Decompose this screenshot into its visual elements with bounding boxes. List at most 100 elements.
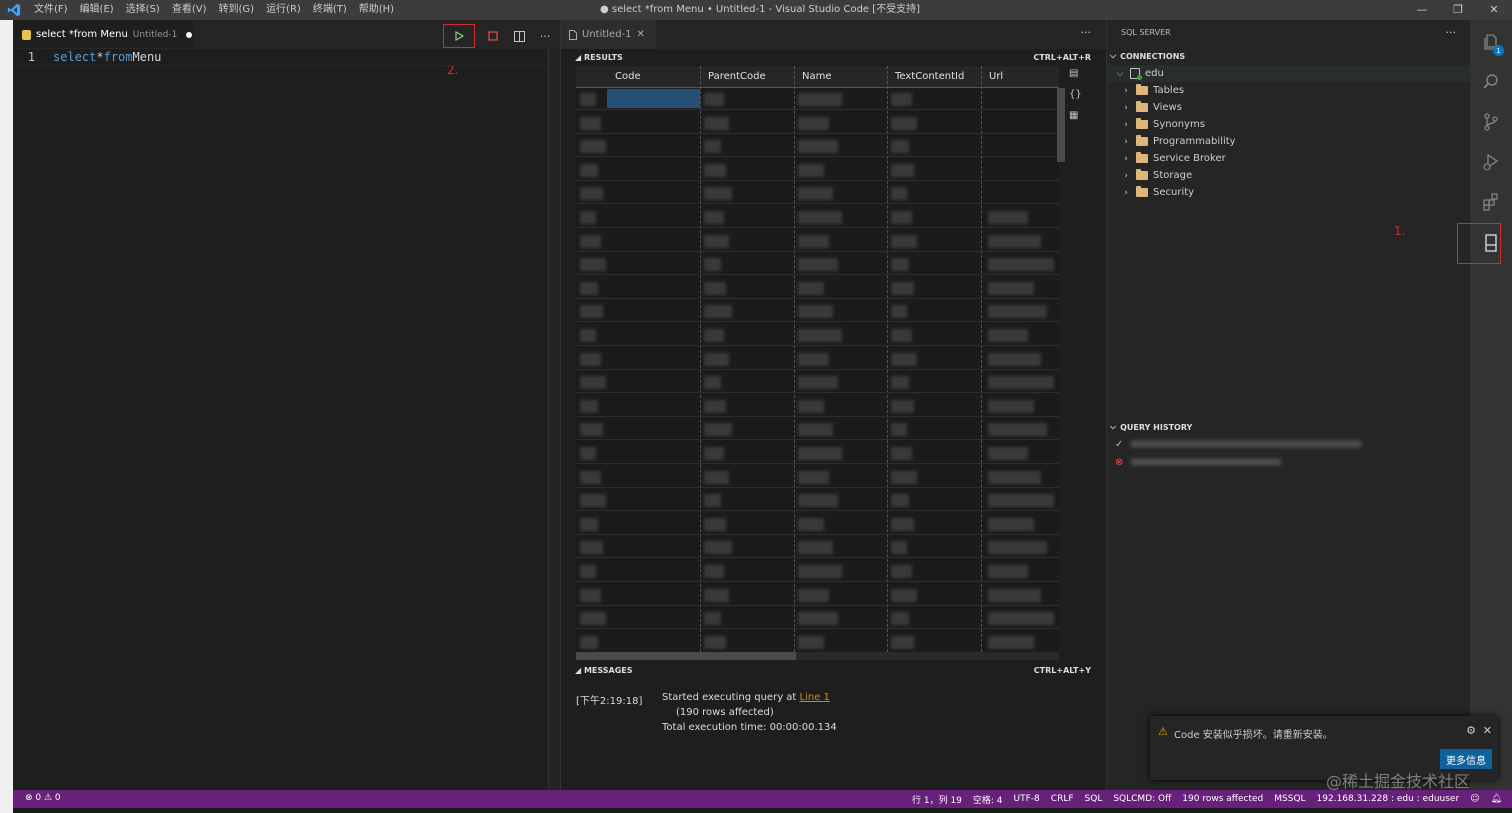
vscode-window: 文件(F) 编辑(E) 选择(S) 查看(V) 转到(G) 运行(R) 终端(T… bbox=[0, 0, 1512, 813]
redacted-cell bbox=[704, 635, 727, 649]
sqlcmd-mode[interactable]: SQLCMD: Off bbox=[1113, 794, 1171, 804]
grid-row-separator bbox=[576, 628, 1059, 630]
grid-vertical-scrollbar[interactable] bbox=[1057, 88, 1065, 162]
run-query-button[interactable] bbox=[443, 24, 475, 48]
column-header-textcontentid[interactable]: TextContentId bbox=[895, 71, 964, 82]
indentation[interactable]: 空格: 4 bbox=[973, 793, 1003, 806]
redacted-cell bbox=[798, 612, 838, 626]
problems-indicator[interactable]: ⊗ 0 ⚠ 0 bbox=[25, 793, 61, 803]
column-header-name[interactable]: Name bbox=[802, 71, 832, 82]
menu-run[interactable]: 运行(R) bbox=[260, 0, 307, 20]
code-line-1[interactable]: 1 select * from Menu bbox=[13, 48, 553, 66]
menu-go[interactable]: 转到(G) bbox=[213, 0, 261, 20]
redacted-cell bbox=[704, 541, 732, 555]
redacted-cell bbox=[798, 211, 842, 224]
unsaved-dot-icon[interactable] bbox=[186, 31, 193, 38]
save-as-csv-icon[interactable]: ▤ bbox=[1069, 68, 1083, 79]
run-debug-icon[interactable] bbox=[1470, 142, 1512, 182]
end-of-line[interactable]: CRLF bbox=[1051, 794, 1074, 804]
grid-row-separator bbox=[576, 415, 1059, 417]
grid-row-separator bbox=[576, 368, 1059, 370]
language-mode[interactable]: SQL bbox=[1085, 794, 1103, 804]
menu-edit[interactable]: 编辑(E) bbox=[74, 0, 120, 20]
provider[interactable]: MSSQL bbox=[1274, 794, 1305, 804]
folder-icon bbox=[1136, 152, 1148, 163]
history-item-success[interactable]: ✓ bbox=[1115, 436, 1362, 452]
save-as-json-icon[interactable]: {} bbox=[1069, 89, 1083, 100]
results-more-icon[interactable]: ··· bbox=[1081, 26, 1092, 39]
close-window-button[interactable]: ✕ bbox=[1476, 0, 1512, 20]
line-link[interactable]: Line 1 bbox=[800, 692, 830, 703]
search-icon[interactable] bbox=[1470, 62, 1512, 102]
menu-file[interactable]: 文件(F) bbox=[28, 0, 74, 20]
folder-security[interactable]: › Security bbox=[1121, 184, 1194, 201]
folder-tables[interactable]: › Tables bbox=[1121, 82, 1184, 99]
server-node-edu[interactable]: ⌵ edu bbox=[1107, 65, 1471, 82]
connection-info[interactable]: 192.168.31.228 : edu : eduuser bbox=[1317, 794, 1460, 804]
folder-storage[interactable]: › Storage bbox=[1121, 167, 1192, 184]
chevron-down-icon: ⌵ bbox=[1110, 422, 1117, 431]
folder-service-broker[interactable]: › Service Broker bbox=[1121, 150, 1226, 167]
selected-cell[interactable] bbox=[607, 89, 700, 108]
notifications-bell-icon[interactable]: 🔔︎ bbox=[1491, 794, 1502, 804]
minimize-button[interactable]: — bbox=[1404, 0, 1440, 20]
redacted-cell bbox=[580, 565, 596, 578]
bottom-edge bbox=[13, 808, 1512, 813]
sidebar-more-icon[interactable]: ··· bbox=[1446, 26, 1457, 39]
redacted-cell bbox=[704, 163, 727, 177]
more-info-button[interactable]: 更多信息 bbox=[1440, 749, 1492, 769]
folder-synonyms[interactable]: › Synonyms bbox=[1121, 116, 1205, 133]
history-item-error[interactable]: ⊗ bbox=[1115, 454, 1282, 470]
close-tab-icon[interactable]: ✕ bbox=[637, 29, 645, 40]
scroll-thumb[interactable] bbox=[576, 652, 796, 660]
encoding[interactable]: UTF-8 bbox=[1014, 794, 1040, 804]
results-section-header[interactable]: ◢ RESULTS CTRL+ALT+R bbox=[575, 49, 1091, 65]
redacted-cell bbox=[798, 140, 838, 154]
error-circle-icon: ⊗ bbox=[1115, 456, 1124, 468]
annotation-highlight-box bbox=[1457, 223, 1501, 264]
folder-programmability[interactable]: › Programmability bbox=[1121, 133, 1236, 150]
folder-views[interactable]: › Views bbox=[1121, 99, 1182, 116]
menu-selection[interactable]: 选择(S) bbox=[120, 0, 166, 20]
folder-label: Programmability bbox=[1153, 136, 1236, 147]
close-icon[interactable]: ✕ bbox=[1483, 724, 1492, 737]
redacted-cell bbox=[988, 635, 1035, 649]
redacted-cell bbox=[891, 116, 917, 130]
redacted-cell bbox=[704, 352, 730, 366]
split-editor-button[interactable] bbox=[509, 26, 529, 46]
editor-tab[interactable]: select *from Menu Untitled-1 bbox=[13, 20, 193, 49]
editor-tab-bar: select *from Menu Untitled-1 ··· bbox=[13, 20, 560, 49]
cursor-position[interactable]: 行 1，列 19 bbox=[912, 793, 962, 806]
menu-view[interactable]: 查看(V) bbox=[166, 0, 213, 20]
query-history-title: QUERY HISTORY bbox=[1120, 422, 1193, 432]
messages-shortcut: CTRL+ALT+Y bbox=[1033, 665, 1091, 675]
gear-icon[interactable]: ⚙ bbox=[1466, 724, 1476, 737]
messages-section-header[interactable]: ◢ MESSAGES CTRL+ALT+Y bbox=[575, 662, 1091, 678]
source-control-icon[interactable] bbox=[1470, 102, 1512, 142]
save-as-excel-icon[interactable]: ▦ bbox=[1069, 110, 1083, 121]
explorer-icon[interactable]: 1 bbox=[1470, 22, 1512, 62]
query-history-header[interactable]: ⌵ QUERY HISTORY bbox=[1110, 422, 1192, 432]
grid-header: Code ParentCode Name TextContentId Url bbox=[576, 66, 1059, 88]
notification-text: Code 安装似乎损坏。请重新安装。 bbox=[1174, 730, 1333, 741]
results-tab[interactable]: Untitled-1 ✕ bbox=[561, 20, 656, 49]
menu-bar: 文件(F) 编辑(E) 选择(S) 查看(V) 转到(G) 运行(R) 终端(T… bbox=[28, 0, 400, 20]
sql-server-sidebar: SQL SERVER ··· ⌵ CONNECTIONS ⌵ edu › Tabl… bbox=[1106, 20, 1471, 790]
connections-header[interactable]: ⌵ CONNECTIONS bbox=[1110, 51, 1185, 61]
grid-toolbar: ▤ {} ▦ bbox=[1069, 68, 1083, 121]
cancel-query-button[interactable] bbox=[483, 26, 503, 46]
menu-help[interactable]: 帮助(H) bbox=[353, 0, 400, 20]
column-header-code[interactable]: Code bbox=[615, 71, 641, 82]
column-header-url[interactable]: Url bbox=[989, 71, 1003, 82]
more-actions-icon[interactable]: ··· bbox=[535, 26, 555, 46]
results-grid[interactable]: Code ParentCode Name TextContentId Url bbox=[576, 66, 1059, 652]
extensions-icon[interactable] bbox=[1470, 182, 1512, 222]
menu-terminal[interactable]: 终端(T) bbox=[307, 0, 353, 20]
sidebar-title: SQL SERVER bbox=[1121, 28, 1171, 37]
editor-scrollbar[interactable] bbox=[548, 48, 560, 790]
grid-horizontal-scrollbar[interactable] bbox=[576, 652, 1059, 660]
editor-tab-label: select *from Menu bbox=[36, 29, 128, 40]
feedback-icon[interactable]: ☺ bbox=[1470, 794, 1479, 804]
maximize-button[interactable]: ❐ bbox=[1440, 0, 1476, 20]
column-header-parentcode[interactable]: ParentCode bbox=[708, 71, 766, 82]
